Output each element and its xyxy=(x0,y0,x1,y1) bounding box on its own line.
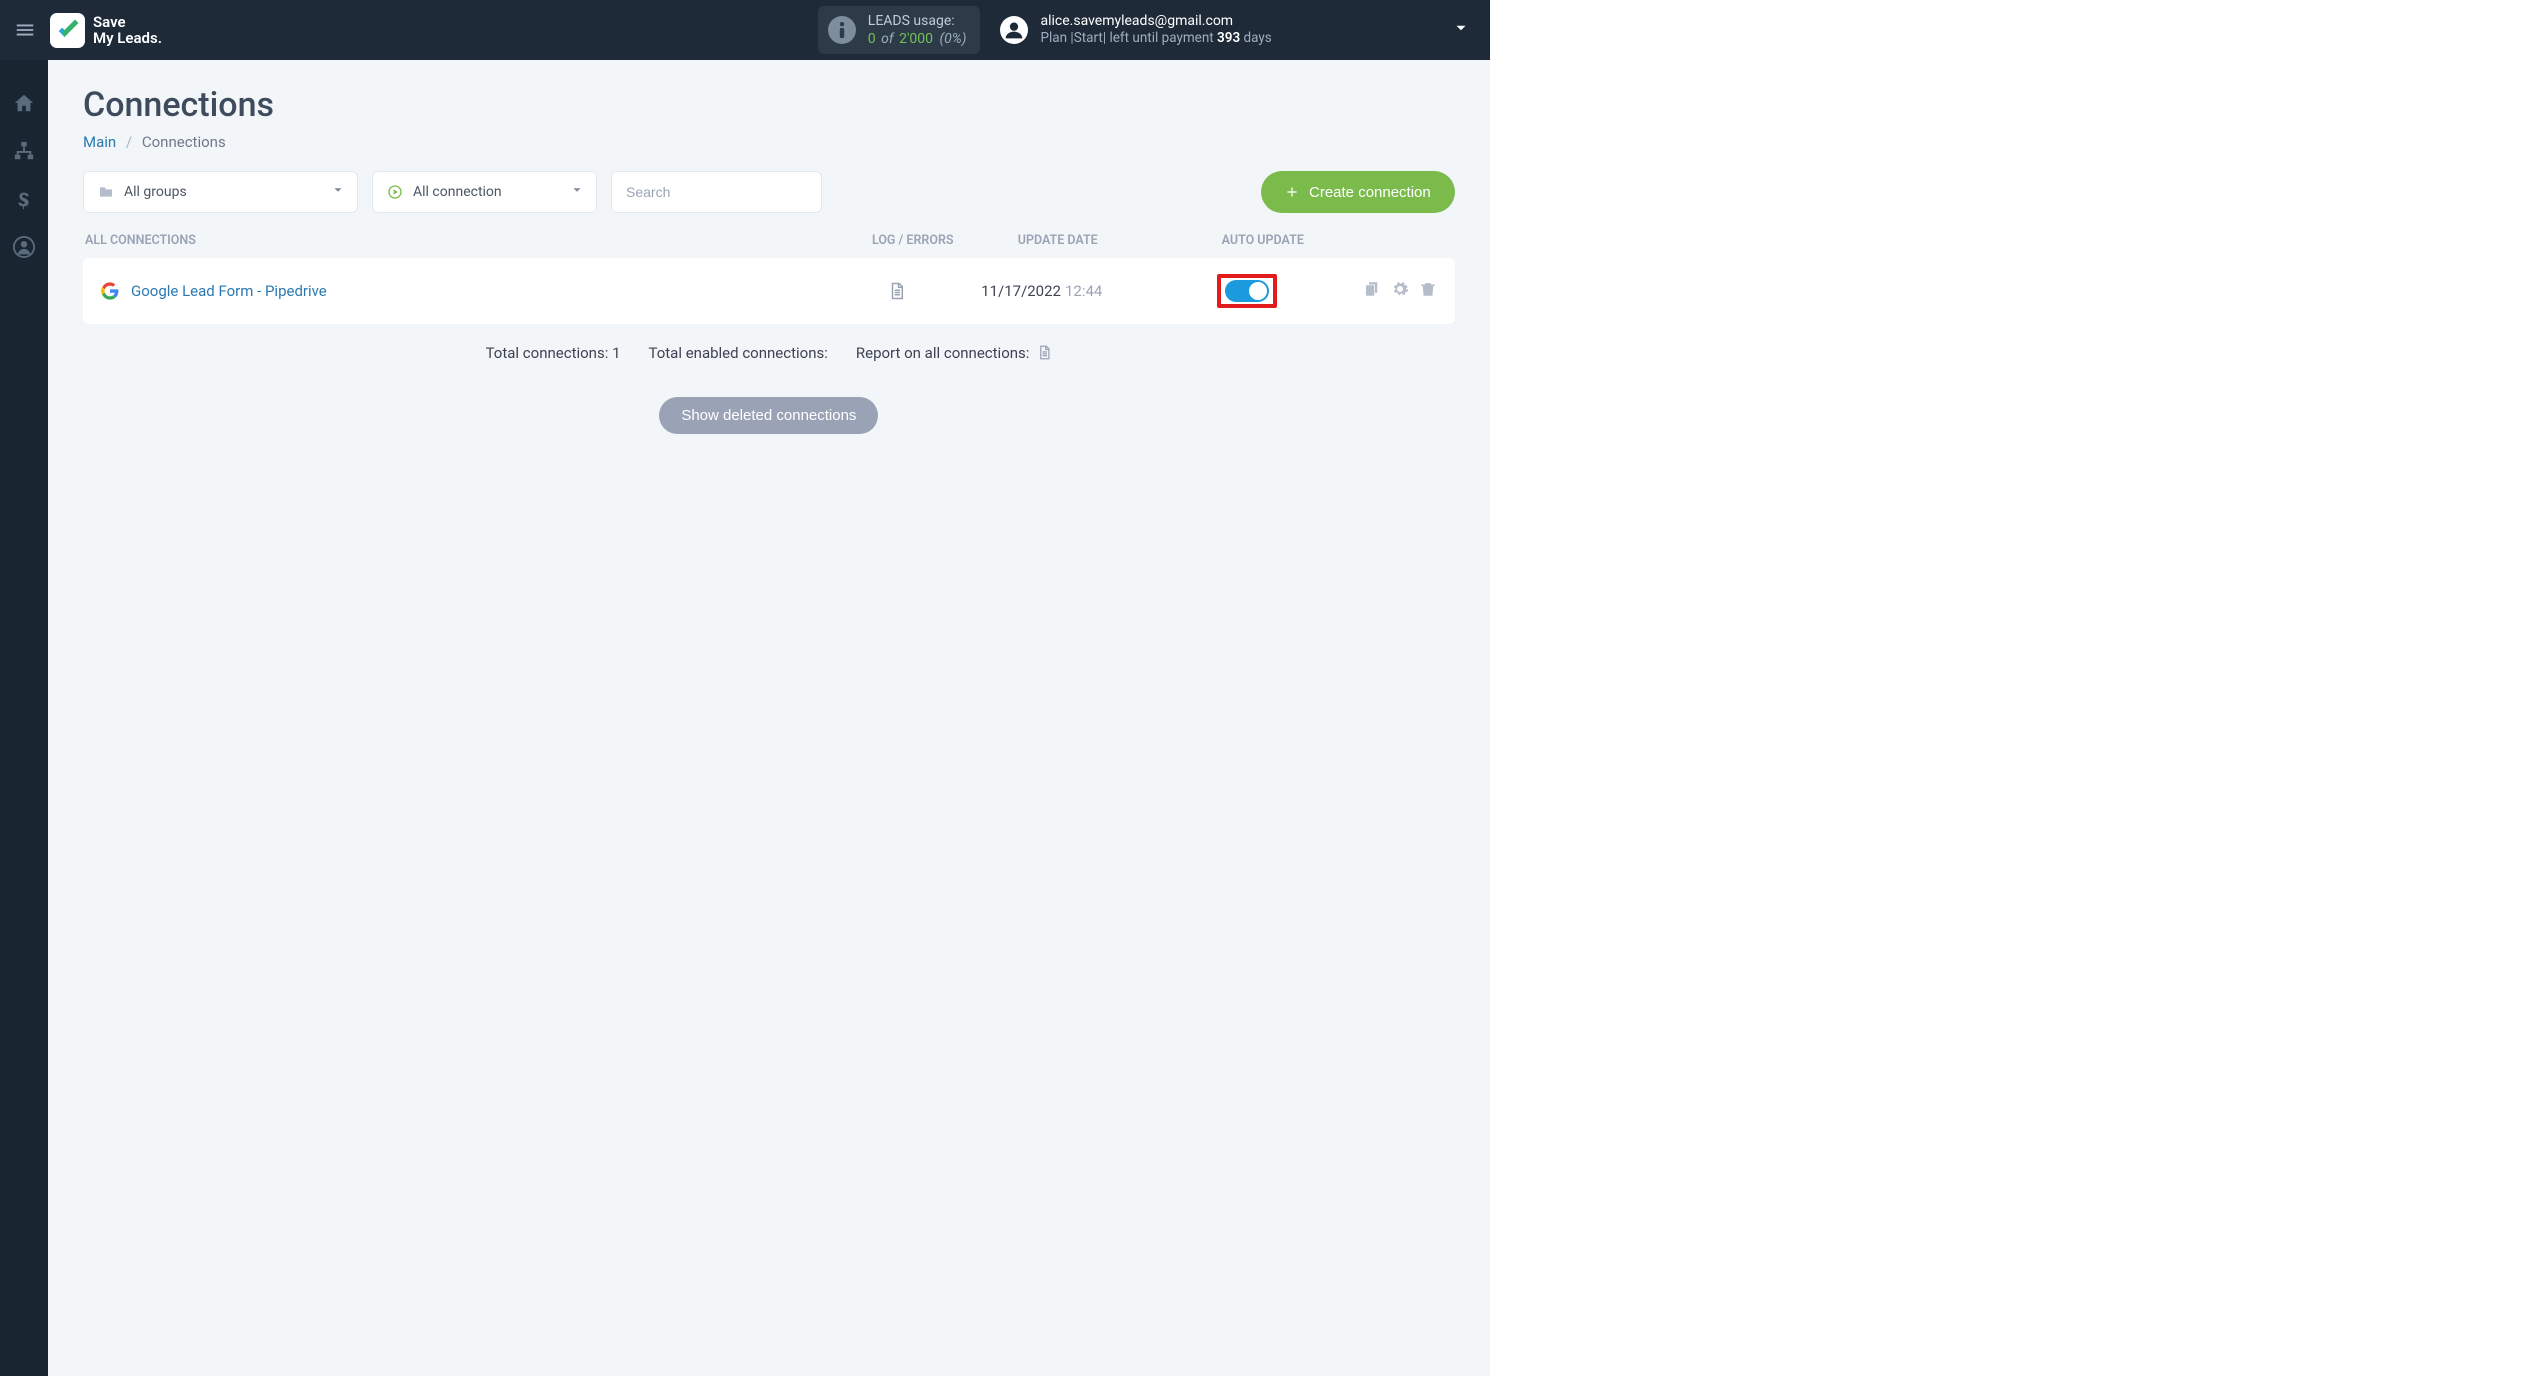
search-input[interactable] xyxy=(611,171,822,213)
col-all-connections: All connections xyxy=(85,233,853,248)
blank-panel xyxy=(1490,0,2525,1376)
update-date: 11/17/202212:44 xyxy=(957,282,1127,300)
info-icon xyxy=(828,16,856,44)
sidebar xyxy=(0,60,48,1376)
brand-logo[interactable]: Save My Leads. xyxy=(50,13,162,48)
sidebar-item-home[interactable] xyxy=(11,90,37,116)
topbar: Save My Leads. LEADS usage: 0 of 2' xyxy=(0,0,1490,60)
groups-select[interactable]: All groups xyxy=(83,171,358,213)
total-enabled-connections: Total enabled connections: xyxy=(649,344,828,362)
breadcrumb: Main / Connections xyxy=(83,133,1455,151)
auto-update-highlight xyxy=(1217,274,1277,308)
create-connection-label: Create connection xyxy=(1309,184,1431,201)
chevron-down-icon xyxy=(331,183,345,201)
folder-icon xyxy=(98,184,114,200)
copy-icon xyxy=(1363,280,1381,298)
report-download-button[interactable] xyxy=(1033,344,1052,362)
checkmark-icon xyxy=(50,13,85,48)
usage-value-line: 0 of 2'000 (0%) xyxy=(868,30,967,48)
chevron-down-icon[interactable] xyxy=(1452,19,1470,41)
account-plan: Plan |Start| left until payment 393 days xyxy=(1040,30,1271,48)
play-circle-icon xyxy=(387,184,403,200)
delete-button[interactable] xyxy=(1419,280,1437,302)
brand-text: Save My Leads. xyxy=(93,14,162,47)
connection-filter-select[interactable]: All connection xyxy=(372,171,597,213)
connection-name-link[interactable]: Google Lead Form - Pipedrive xyxy=(131,282,327,300)
table-row: Google Lead Form - Pipedrive 11/17/20221… xyxy=(83,258,1455,324)
log-errors-button[interactable] xyxy=(837,281,957,301)
col-update-date: Update date xyxy=(973,233,1143,248)
table-header: All connections Log / Errors Update date… xyxy=(83,233,1455,258)
total-connections: Total connections: 1 xyxy=(486,344,621,362)
col-log-errors: Log / Errors xyxy=(853,233,973,248)
create-connection-button[interactable]: Create connection xyxy=(1261,171,1455,213)
sidebar-item-billing[interactable] xyxy=(11,186,37,212)
avatar-icon xyxy=(1000,16,1028,44)
menu-toggle-icon[interactable] xyxy=(10,15,40,45)
plus-icon xyxy=(1285,185,1299,199)
show-deleted-button[interactable]: Show deleted connections xyxy=(659,397,878,434)
gear-icon xyxy=(1391,280,1409,298)
summary-row: Total connections: 1 Total enabled conne… xyxy=(83,344,1455,362)
report-all-connections: Report on all connections: xyxy=(856,344,1052,362)
sidebar-item-connections[interactable] xyxy=(11,138,37,164)
sidebar-item-account[interactable] xyxy=(11,234,37,260)
settings-button[interactable] xyxy=(1391,280,1409,302)
usage-title: LEADS usage: xyxy=(868,12,967,30)
account-menu[interactable]: alice.savemyleads@gmail.com Plan |Start|… xyxy=(1000,12,1271,48)
main-content: Connections Main / Connections All group… xyxy=(48,60,1490,1376)
groups-select-label: All groups xyxy=(124,184,187,200)
document-icon xyxy=(888,281,906,301)
auto-update-toggle[interactable] xyxy=(1225,280,1269,302)
google-icon xyxy=(101,282,119,300)
chevron-down-icon xyxy=(570,183,584,201)
connection-filter-label: All connection xyxy=(413,184,502,200)
page-title: Connections xyxy=(83,85,1455,125)
breadcrumb-current: Connections xyxy=(142,133,226,151)
trash-icon xyxy=(1419,280,1437,298)
breadcrumb-main-link[interactable]: Main xyxy=(83,133,116,151)
leads-usage-box[interactable]: LEADS usage: 0 of 2'000 (0%) xyxy=(818,6,981,54)
col-auto-update: Auto update xyxy=(1183,233,1343,248)
account-email: alice.savemyleads@gmail.com xyxy=(1040,12,1271,30)
copy-button[interactable] xyxy=(1363,280,1381,302)
